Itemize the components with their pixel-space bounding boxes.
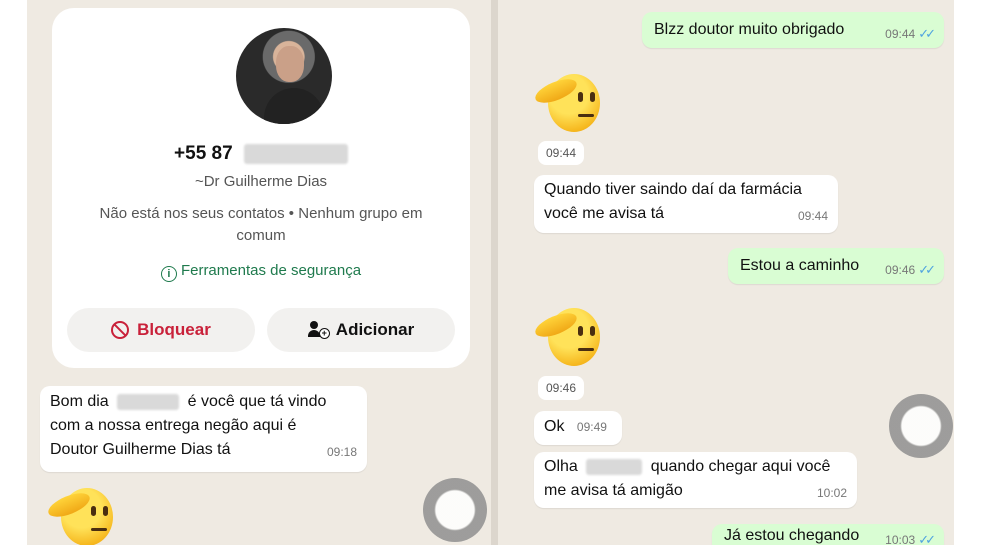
avatar-face [276, 46, 304, 82]
security-tools-link[interactable]: i Ferramentas de segurança [52, 262, 470, 282]
salute-emoji-sticker[interactable] [532, 70, 600, 136]
message-text: Olha [544, 458, 578, 475]
read-ticks-icon: ✓✓ [918, 26, 936, 41]
salute-emoji-sticker[interactable] [45, 484, 113, 545]
sticker-time: 09:44 [538, 141, 585, 165]
message-text: Blzz doutor muito obrigado [654, 21, 845, 38]
contact-phone: +55 87 [52, 143, 470, 165]
message-time: 09:44 [797, 209, 828, 223]
message-time: 09:49 [576, 420, 607, 434]
outgoing-message[interactable]: Blzz doutor muito obrigado 09:44 ✓✓ [642, 12, 944, 48]
right-chat-pane: Blzz doutor muito obrigado 09:44 ✓✓ 09:44… [498, 0, 954, 545]
message-line: Bom dia é você que tá vindo [50, 390, 357, 414]
message-line: você me avisa tá 09:44 [544, 202, 828, 226]
scroll-handle[interactable] [889, 394, 953, 458]
message-line: Doutor Guilherme Dias tá 09:18 [50, 438, 357, 462]
read-ticks-icon: ✓✓ [918, 262, 936, 277]
message-text: é você que tá vindo [187, 393, 327, 410]
message-time: 09:46 [885, 263, 916, 277]
message-time: 09:44 [885, 27, 916, 41]
read-ticks-icon: ✓✓ [918, 532, 936, 545]
add-user-icon: + [307, 321, 330, 339]
message-line: Olha quando chegar aqui você [544, 455, 847, 479]
phone-redacted [243, 143, 348, 164]
pane-divider [491, 0, 498, 545]
message-line: me avisa tá amigão 10:02 [544, 479, 847, 503]
message-time: 10:02 [816, 486, 847, 500]
contact-avatar[interactable] [236, 28, 332, 124]
message-line: com a nossa entrega negão aqui é [50, 417, 297, 434]
message-text: Já estou chegando [724, 527, 860, 544]
message-text: me avisa tá amigão [544, 482, 683, 499]
add-label: Adicionar [335, 320, 415, 339]
message-time: 09:18 [326, 445, 357, 459]
message-text: Ok [544, 418, 565, 435]
phone-prefix: +55 87 [174, 143, 233, 164]
message-text: Estou a caminho [740, 257, 860, 274]
contact-info-text: Não está nos seus contatos • Nenhum grup… [99, 205, 423, 244]
message-text: você me avisa tá [544, 205, 665, 222]
avatar-shirt [264, 88, 324, 124]
message-text: quando chegar aqui você [650, 458, 831, 475]
info-icon: i [160, 266, 177, 282]
security-tools-label: Ferramentas de segurança [180, 262, 362, 279]
redacted-name [586, 458, 643, 475]
message-line: Quando tiver saindo daí da farmácia [544, 181, 802, 198]
salute-emoji-sticker[interactable] [532, 304, 600, 370]
outgoing-message[interactable]: Já estou chegando 10:03 ✓✓ [712, 524, 944, 545]
incoming-message[interactable]: Quando tiver saindo daí da farmácia você… [534, 175, 838, 233]
outgoing-message[interactable]: Estou a caminho 09:46 ✓✓ [728, 248, 944, 284]
message-text: Bom dia [50, 393, 109, 410]
unknown-contact-card: +55 87 ~Dr Guilherme Dias Não está nos s… [52, 8, 470, 368]
message-time: 10:03 [885, 533, 916, 545]
left-chat-pane: +55 87 ~Dr Guilherme Dias Não está nos s… [27, 0, 491, 545]
incoming-message[interactable]: Olha quando chegar aqui você me avisa tá… [534, 452, 857, 508]
incoming-message[interactable]: Bom dia é você que tá vindo com a nossa … [40, 386, 367, 472]
block-button[interactable]: Bloquear [67, 308, 255, 352]
scroll-handle[interactable] [423, 478, 487, 542]
block-icon [111, 321, 130, 339]
block-label: Bloquear [137, 320, 211, 339]
add-contact-button[interactable]: + Adicionar [267, 308, 455, 352]
right-edge-strip [954, 0, 984, 545]
message-text: Doutor Guilherme Dias tá [50, 441, 231, 458]
sticker-time: 09:46 [538, 376, 585, 400]
contact-name: ~Dr Guilherme Dias [194, 173, 328, 190]
incoming-message[interactable]: Ok 09:49 [534, 411, 622, 445]
redacted-name [117, 393, 180, 410]
